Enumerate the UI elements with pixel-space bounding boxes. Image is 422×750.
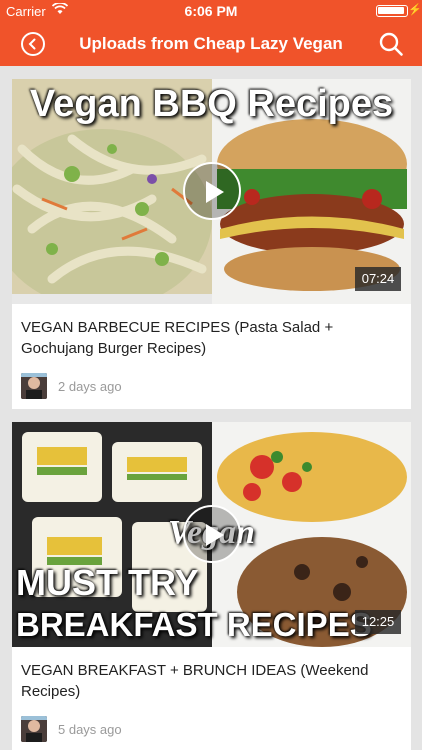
video-thumbnail[interactable]: Vegan BBQ Recipes 07:24 bbox=[12, 79, 411, 304]
upload-age: 5 days ago bbox=[58, 722, 122, 737]
channel-avatar[interactable] bbox=[21, 373, 47, 399]
page-title: Uploads from Cheap Lazy Vegan bbox=[79, 34, 343, 53]
upload-age: 2 days ago bbox=[58, 379, 122, 394]
status-bar: Carrier 6:06 PM ⚡ bbox=[0, 0, 422, 22]
play-icon bbox=[206, 181, 224, 203]
play-icon bbox=[206, 524, 224, 546]
thumbnail-headline: MUST TRY bbox=[16, 562, 199, 603]
video-title[interactable]: VEGAN BREAKFAST + BRUNCH IDEAS (Weekend … bbox=[21, 660, 396, 702]
thumbnail-title: Vegan BBQ Recipes bbox=[29, 83, 394, 125]
play-button[interactable] bbox=[183, 505, 241, 563]
charging-bolt-icon: ⚡ bbox=[408, 4, 422, 16]
video-thumbnail[interactable]: Vegan MUST TRY BREAKFAST RECIPES 12:25 bbox=[12, 422, 411, 647]
search-icon bbox=[379, 32, 403, 56]
nav-bar: Uploads from Cheap Lazy Vegan bbox=[0, 22, 422, 66]
video-title[interactable]: VEGAN BARBECUE RECIPES (Pasta Salad + Go… bbox=[21, 317, 396, 359]
search-button[interactable] bbox=[378, 31, 404, 57]
duration-badge: 07:24 bbox=[355, 267, 401, 291]
thumbnail-subheadline: BREAKFAST RECIPES bbox=[16, 606, 372, 643]
clock: 6:06 PM bbox=[184, 3, 238, 19]
channel-avatar[interactable] bbox=[21, 716, 47, 742]
duration-badge: 12:25 bbox=[355, 610, 401, 634]
play-button[interactable] bbox=[183, 162, 241, 220]
battery-icon bbox=[376, 5, 408, 17]
video-card[interactable]: Vegan BBQ Recipes 07:24 VEGAN BARBECUE R… bbox=[12, 79, 411, 409]
video-card[interactable]: Vegan MUST TRY BREAKFAST RECIPES 12:25 V… bbox=[12, 422, 411, 750]
